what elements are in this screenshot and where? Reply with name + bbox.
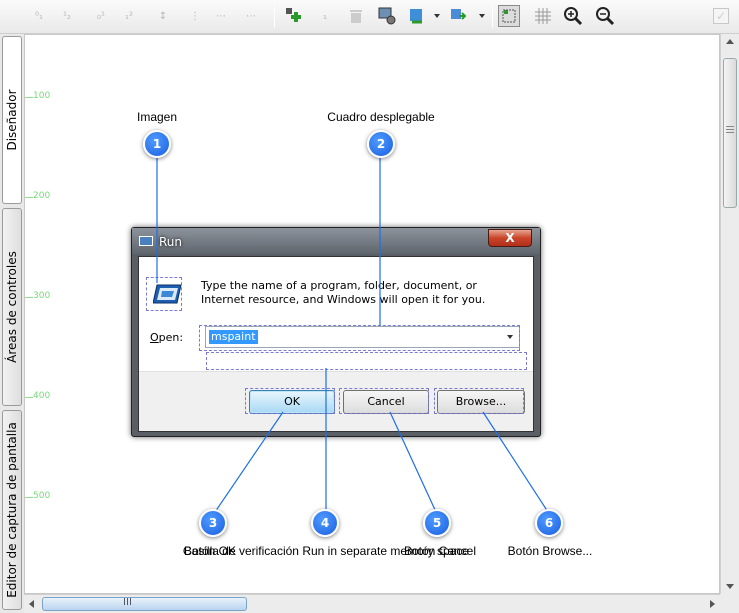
callout-label-2: Cuadro desplegable: [327, 110, 435, 124]
callout-label-1: Imagen: [136, 110, 178, 124]
leader-line-3: [212, 411, 284, 516]
callout-marker-4[interactable]: 4: [311, 509, 339, 537]
callout-label-5: Botón Cancel: [403, 544, 477, 558]
callout-marker-1[interactable]: 1: [143, 130, 171, 158]
leader-line-6: [482, 411, 549, 513]
callout-marker-5[interactable]: 5: [423, 509, 451, 537]
callout-label-6: Botón Browse...: [507, 544, 593, 558]
leader-line-5: [389, 411, 437, 513]
leader-lines: [156, 157, 549, 516]
callout-marker-2[interactable]: 2: [367, 130, 395, 158]
callout-marker-6[interactable]: 6: [535, 509, 563, 537]
callout-marker-3[interactable]: 3: [199, 509, 227, 537]
